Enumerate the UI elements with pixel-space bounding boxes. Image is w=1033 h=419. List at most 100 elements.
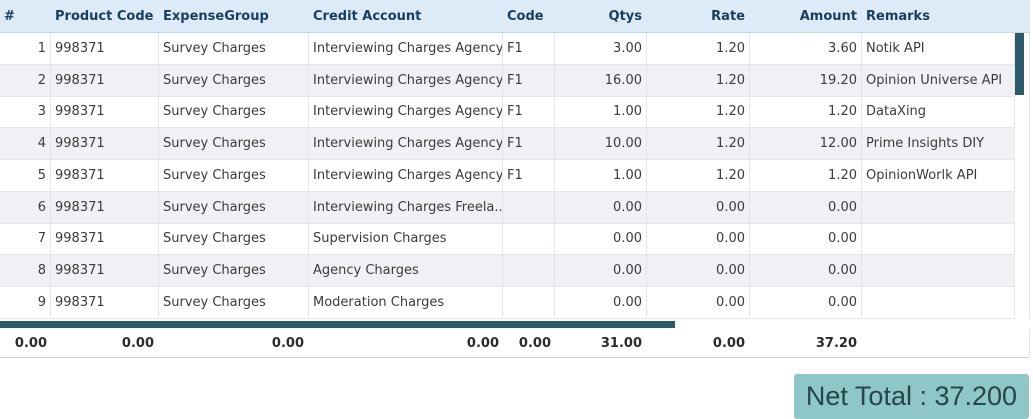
cell-qtys[interactable]: 16.00 <box>555 64 647 96</box>
table-row[interactable]: 4 998371 Survey Charges Interviewing Charge… <box>0 128 1015 161</box>
cell-code[interactable] <box>503 286 555 318</box>
cell-expense-group[interactable]: Survey Charges <box>159 191 309 223</box>
cell-product-code[interactable]: 998371 <box>51 128 159 160</box>
cell-remarks[interactable] <box>862 191 1015 223</box>
cell-num[interactable]: 2 <box>0 64 51 96</box>
vertical-scrollbar-thumb[interactable] <box>1015 33 1024 95</box>
header-product-code[interactable]: Product Code <box>51 0 158 32</box>
header-remarks[interactable]: Remarks <box>862 0 1015 32</box>
cell-code[interactable]: F1 <box>503 96 555 128</box>
cell-rate[interactable]: 0.00 <box>647 191 750 223</box>
cell-remarks[interactable]: OpinionWorlk API <box>862 159 1015 191</box>
cell-rate[interactable]: 1.20 <box>647 159 750 191</box>
cell-product-code[interactable]: 998371 <box>51 191 159 223</box>
cell-num[interactable]: 4 <box>0 128 51 160</box>
cell-code[interactable]: F1 <box>503 64 555 96</box>
horizontal-scrollbar-thumb[interactable] <box>0 321 675 328</box>
cell-product-code[interactable]: 998371 <box>51 64 159 96</box>
cell-credit-account[interactable]: Moderation Charges <box>309 286 503 318</box>
cell-qtys[interactable]: 1.00 <box>555 159 647 191</box>
header-code[interactable]: Code <box>503 0 554 32</box>
cell-credit-account[interactable]: Interviewing Charges Agency <box>309 64 503 96</box>
cell-remarks[interactable] <box>862 286 1015 318</box>
cell-code[interactable] <box>503 223 555 255</box>
cell-remarks[interactable] <box>862 254 1015 286</box>
header-credit-account[interactable]: Credit Account <box>309 0 502 32</box>
cell-num[interactable]: 5 <box>0 159 51 191</box>
cell-expense-group[interactable]: Survey Charges <box>159 96 309 128</box>
cell-num[interactable]: 8 <box>0 254 51 286</box>
cell-credit-account[interactable]: Agency Charges <box>309 254 503 286</box>
cell-product-code[interactable]: 998371 <box>51 286 159 318</box>
cell-qtys[interactable]: 0.00 <box>555 223 647 255</box>
cell-code[interactable]: F1 <box>503 128 555 160</box>
cell-expense-group[interactable]: Survey Charges <box>159 254 309 286</box>
cell-credit-account[interactable]: Interviewing Charges Agency <box>309 159 503 191</box>
cell-amount[interactable]: 0.00 <box>750 223 862 255</box>
cell-code[interactable]: F1 <box>503 33 555 64</box>
cell-credit-account[interactable]: Interviewing Charges Agency <box>309 96 503 128</box>
cell-remarks[interactable]: DataXing <box>862 96 1015 128</box>
table-row[interactable]: 7 998371 Survey Charges Supervision Charges… <box>0 223 1015 256</box>
cell-amount[interactable]: 1.20 <box>750 159 862 191</box>
cell-amount[interactable]: 0.00 <box>750 254 862 286</box>
table-row[interactable]: 1 998371 Survey Charges Interviewing Charge… <box>0 33 1015 65</box>
cell-remarks[interactable] <box>862 223 1015 255</box>
cell-num[interactable]: 3 <box>0 96 51 128</box>
header-amount[interactable]: Amount <box>750 0 861 32</box>
cell-expense-group[interactable]: Survey Charges <box>159 33 309 64</box>
cell-rate[interactable]: 1.20 <box>647 33 750 64</box>
header-num[interactable]: # <box>0 0 50 32</box>
cell-product-code[interactable]: 998371 <box>51 159 159 191</box>
cell-num[interactable]: 7 <box>0 223 51 255</box>
cell-qtys[interactable]: 10.00 <box>555 128 647 160</box>
cell-rate[interactable]: 1.20 <box>647 96 750 128</box>
cell-remarks[interactable]: Notik API <box>862 33 1015 64</box>
cell-product-code[interactable]: 998371 <box>51 33 159 64</box>
cell-rate[interactable]: 0.00 <box>647 286 750 318</box>
cell-amount[interactable]: 0.00 <box>750 191 862 223</box>
cell-amount[interactable]: 0.00 <box>750 286 862 318</box>
cell-num[interactable]: 1 <box>0 33 51 64</box>
table-row[interactable]: 3 998371 Survey Charges Interviewing Charge… <box>0 96 1015 129</box>
cell-amount[interactable]: 19.20 <box>750 64 862 96</box>
cell-rate[interactable]: 1.20 <box>647 64 750 96</box>
cell-remarks[interactable]: Opinion Universe API <box>862 64 1015 96</box>
cell-qtys[interactable]: 1.00 <box>555 96 647 128</box>
table-row[interactable]: 6 998371 Survey Charges Interviewing Charge… <box>0 191 1015 224</box>
cell-qtys[interactable]: 3.00 <box>555 33 647 64</box>
cell-product-code[interactable]: 998371 <box>51 96 159 128</box>
cell-credit-account[interactable]: Supervision Charges <box>309 223 503 255</box>
cell-code[interactable]: F1 <box>503 159 555 191</box>
cell-amount[interactable]: 3.60 <box>750 33 862 64</box>
header-qtys[interactable]: Qtys <box>555 0 646 32</box>
cell-rate[interactable]: 0.00 <box>647 254 750 286</box>
cell-expense-group[interactable]: Survey Charges <box>159 128 309 160</box>
header-rate[interactable]: Rate <box>647 0 749 32</box>
header-expense-group[interactable]: ExpenseGroup <box>159 0 308 32</box>
cell-expense-group[interactable]: Survey Charges <box>159 64 309 96</box>
cell-amount[interactable]: 12.00 <box>750 128 862 160</box>
cell-credit-account[interactable]: Interviewing Charges Freela... <box>309 191 503 223</box>
cell-num[interactable]: 6 <box>0 191 51 223</box>
cell-remarks[interactable]: Prime Insights DIY <box>862 128 1015 160</box>
cell-qtys[interactable]: 0.00 <box>555 254 647 286</box>
cell-product-code[interactable]: 998371 <box>51 254 159 286</box>
cell-expense-group[interactable]: Survey Charges <box>159 223 309 255</box>
table-row[interactable]: 5 998371 Survey Charges Interviewing Charge… <box>0 159 1015 192</box>
cell-code[interactable] <box>503 191 555 223</box>
cell-rate[interactable]: 0.00 <box>647 223 750 255</box>
cell-expense-group[interactable]: Survey Charges <box>159 286 309 318</box>
cell-product-code[interactable]: 998371 <box>51 223 159 255</box>
table-row[interactable]: 8 998371 Survey Charges Agency Charges 0.00 0… <box>0 254 1015 287</box>
horizontal-scrollbar[interactable] <box>0 319 1030 329</box>
cell-num[interactable]: 9 <box>0 286 51 318</box>
cell-credit-account[interactable]: Interviewing Charges Agency <box>309 128 503 160</box>
cell-credit-account[interactable]: Interviewing Charges Agency <box>309 33 503 64</box>
cell-rate[interactable]: 1.20 <box>647 128 750 160</box>
cell-code[interactable] <box>503 254 555 286</box>
cell-amount[interactable]: 1.20 <box>750 96 862 128</box>
cell-qtys[interactable]: 0.00 <box>555 191 647 223</box>
table-row[interactable]: 9 998371 Survey Charges Moderation Charges 0… <box>0 286 1015 319</box>
cell-qtys[interactable]: 0.00 <box>555 286 647 318</box>
